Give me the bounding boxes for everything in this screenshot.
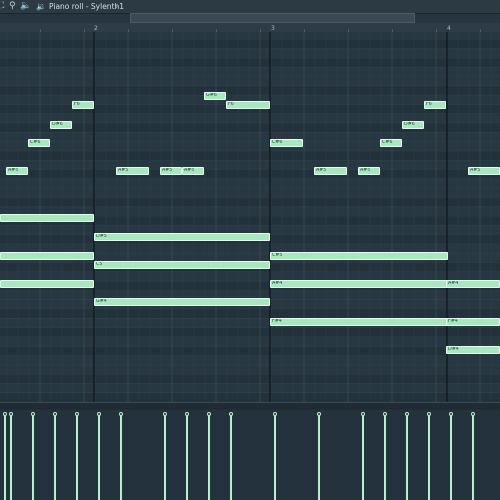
note[interactable]: C#6: [28, 139, 50, 147]
bar-label-4: 4: [447, 25, 451, 32]
horizontal-scrollbar[interactable]: [130, 13, 415, 23]
note[interactable]: C#5: [270, 252, 448, 260]
chevron-right-icon[interactable]: ›: [115, 1, 118, 12]
speaker-icon[interactable]: 🔉: [36, 1, 46, 12]
velocity-bar[interactable]: [164, 415, 166, 500]
velocity-bar[interactable]: [54, 415, 56, 500]
velocity-handle[interactable]: [31, 412, 35, 416]
velocity-handle[interactable]: [97, 412, 101, 416]
notes-layer: A#5 C#6 D#6 F6 A#5 A#5 A#5 G#6 F6 D#5 C5…: [0, 32, 500, 402]
speaker-icon[interactable]: 🔈: [20, 1, 31, 12]
note[interactable]: D#5: [94, 233, 270, 241]
velocity-handle[interactable]: [119, 412, 123, 416]
velocity-bar[interactable]: [318, 415, 320, 500]
velocity-handle[interactable]: [229, 412, 233, 416]
velocity-bar[interactable]: [76, 415, 78, 500]
velocity-bar[interactable]: [406, 415, 408, 500]
note[interactable]: C5: [94, 261, 270, 269]
note[interactable]: A#5: [6, 167, 28, 175]
note[interactable]: A#5: [182, 167, 204, 175]
note[interactable]: D#6: [402, 121, 424, 129]
note[interactable]: C#6: [380, 139, 402, 147]
velocity-bar[interactable]: [120, 415, 122, 500]
note[interactable]: G#6: [204, 92, 226, 100]
velocity-handle[interactable]: [185, 412, 189, 416]
velocity-handle[interactable]: [405, 412, 409, 416]
note[interactable]: F#4: [270, 318, 448, 326]
velocity-bar[interactable]: [4, 415, 6, 500]
title-bar: ⛶ ⚲ 🔈 🔉 Piano roll - Sylenth1 ›: [0, 0, 500, 14]
velocity-handle[interactable]: [449, 412, 453, 416]
velocity-bar[interactable]: [230, 415, 232, 500]
velocity-bar[interactable]: [472, 415, 474, 500]
velocity-bar[interactable]: [428, 415, 430, 500]
window-title: Piano roll - Sylenth1: [49, 2, 125, 11]
velocity-handle[interactable]: [163, 412, 167, 416]
velocity-handle[interactable]: [207, 412, 211, 416]
velocity-handle[interactable]: [3, 412, 7, 416]
velocity-handle[interactable]: [75, 412, 79, 416]
note[interactable]: A#5: [468, 167, 500, 175]
note[interactable]: A#5: [160, 167, 182, 175]
note[interactable]: F#4: [446, 318, 500, 326]
note[interactable]: A#5: [358, 167, 380, 175]
velocity-bar[interactable]: [384, 415, 386, 500]
note[interactable]: A#5: [116, 167, 149, 175]
velocity-bar[interactable]: [362, 415, 364, 500]
velocity-handle[interactable]: [273, 412, 277, 416]
velocity-bar[interactable]: [98, 415, 100, 500]
note[interactable]: [0, 252, 94, 260]
note[interactable]: F6: [72, 101, 94, 109]
velocity-bar[interactable]: [186, 415, 188, 500]
zoom-icon[interactable]: ⚲: [9, 1, 16, 12]
note[interactable]: D#6: [50, 121, 72, 129]
note[interactable]: [0, 214, 94, 222]
note[interactable]: A#4: [270, 280, 448, 288]
note[interactable]: A#4: [446, 280, 500, 288]
velocity-bar[interactable]: [10, 415, 12, 500]
velocity-handle[interactable]: [361, 412, 365, 416]
note[interactable]: A#5: [314, 167, 347, 175]
velocity-handle[interactable]: [427, 412, 431, 416]
velocity-bar[interactable]: [208, 415, 210, 500]
velocity-lane[interactable]: [0, 410, 500, 500]
bar-label-3: 3: [271, 25, 275, 32]
velocity-handle[interactable]: [317, 412, 321, 416]
velocity-handle[interactable]: [383, 412, 387, 416]
note[interactable]: D#4: [446, 346, 500, 354]
note[interactable]: [0, 280, 94, 288]
fit-icon[interactable]: ⛶: [0, 1, 4, 12]
velocity-handle[interactable]: [9, 412, 13, 416]
bar-label-2: 2: [94, 25, 98, 32]
velocity-handle[interactable]: [53, 412, 57, 416]
note[interactable]: G#4: [94, 298, 270, 306]
note[interactable]: F6: [226, 101, 270, 109]
velocity-bar[interactable]: [32, 415, 34, 500]
note[interactable]: F6: [424, 101, 446, 109]
velocity-handle[interactable]: [471, 412, 475, 416]
velocity-bar[interactable]: [274, 415, 276, 500]
velocity-bar[interactable]: [450, 415, 452, 500]
note[interactable]: C#6: [270, 139, 303, 147]
